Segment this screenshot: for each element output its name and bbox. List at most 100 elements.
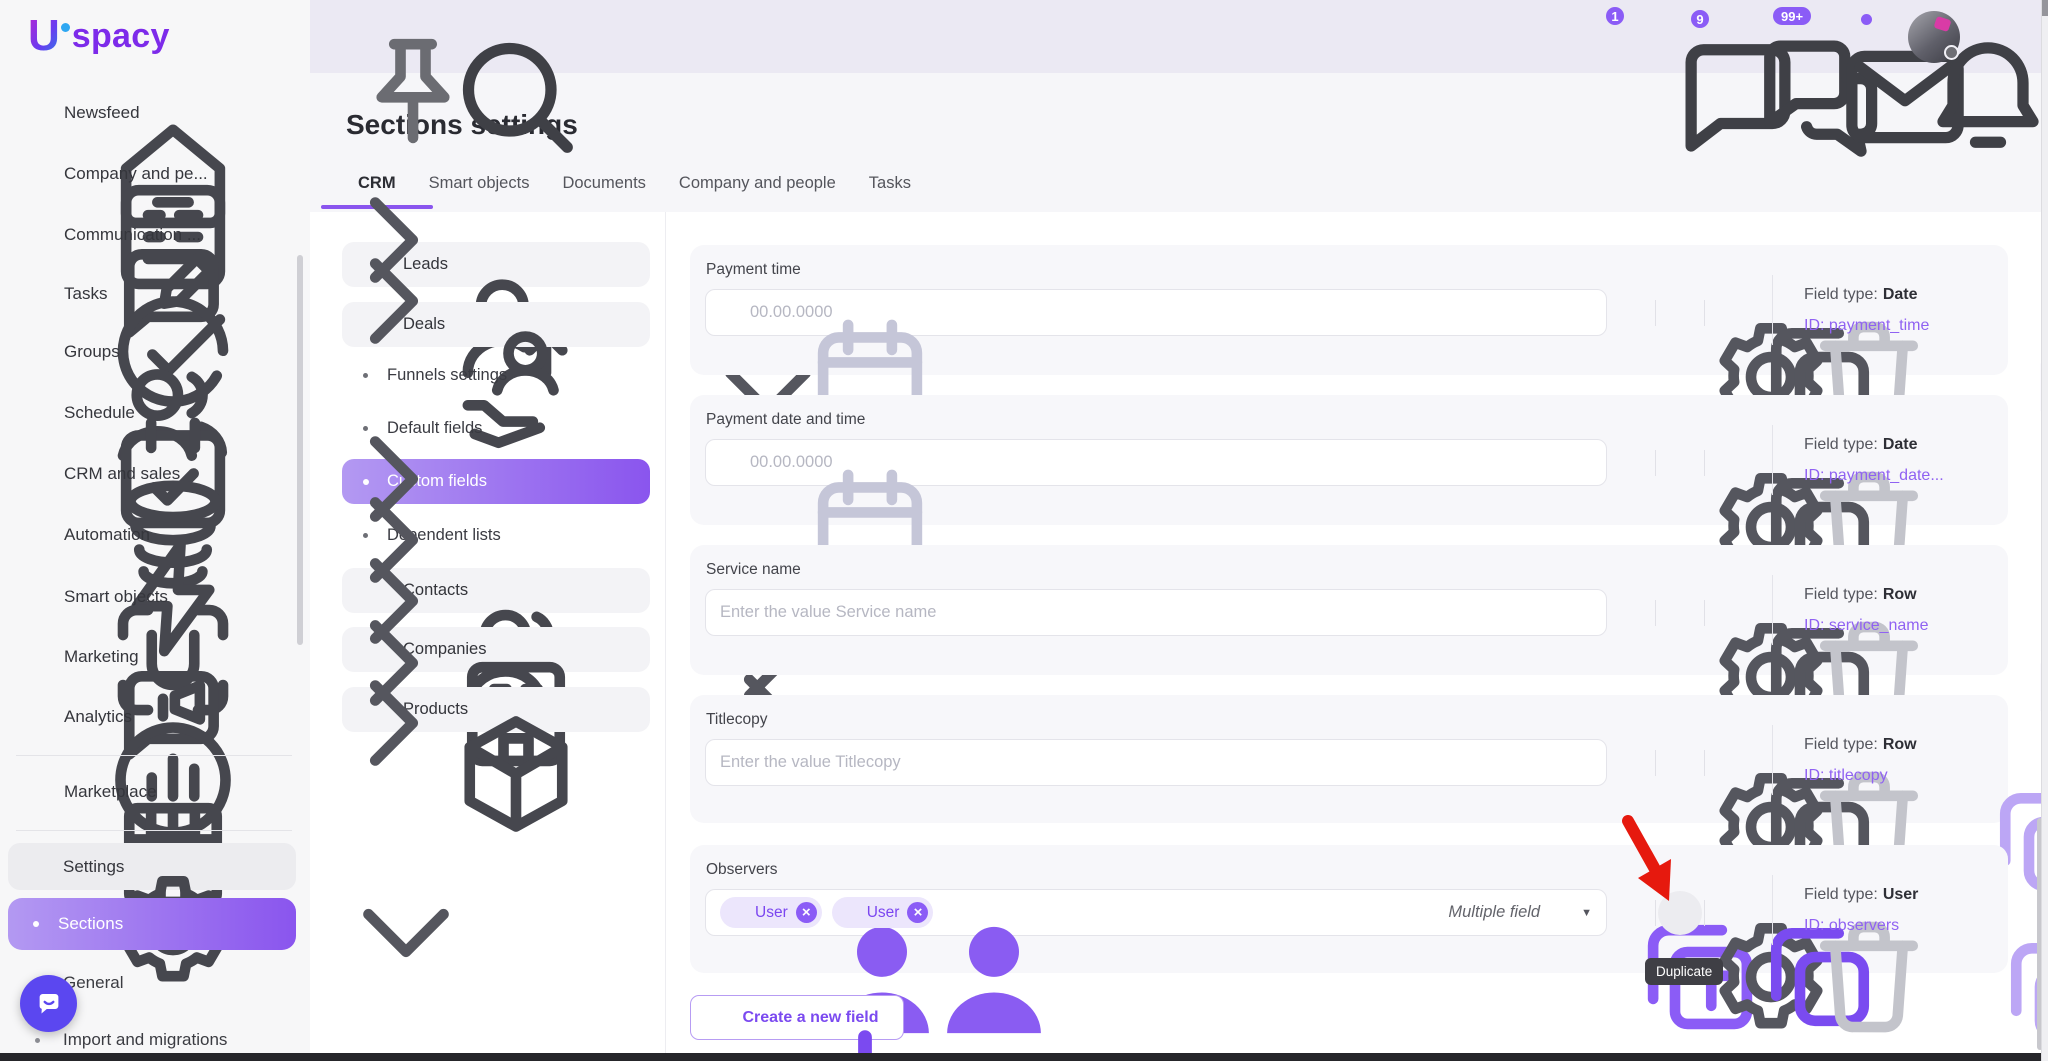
multiple-field-selector[interactable]: Multiple field ▼ bbox=[1448, 902, 1592, 923]
sidebar-divider bbox=[16, 755, 292, 756]
sidebar-item-schedule[interactable]: Schedule bbox=[0, 385, 310, 441]
profile-chevron-down-icon[interactable] bbox=[1988, 30, 2006, 48]
field-duplicate-button-hovered[interactable] bbox=[1656, 889, 1704, 936]
sidebar-item-company-and-people[interactable]: Company and pe... bbox=[0, 146, 310, 202]
field-row-payment-date-time: Payment date and time Field type:Date ID… bbox=[690, 395, 2008, 525]
copy-icon bbox=[1670, 752, 1691, 773]
field-id-line[interactable]: ID: observers bbox=[1804, 917, 1927, 935]
window-scrollbar-track[interactable] bbox=[2041, 0, 2048, 1061]
field-type-line: Field type:Date bbox=[1804, 436, 1972, 454]
uspacy-logo[interactable]: U spacy bbox=[28, 14, 170, 58]
sidebar-item-sections[interactable]: Sections bbox=[8, 898, 296, 950]
titlecopy-input[interactable] bbox=[720, 753, 1592, 772]
support-chat-button[interactable] bbox=[20, 975, 77, 1032]
sidebar-item-settings[interactable]: Settings bbox=[8, 843, 296, 890]
field-type-prefix: Field type: bbox=[1804, 436, 1878, 453]
field-row-observers: Observers User × User × Multiple field bbox=[690, 845, 2008, 973]
field-id-line[interactable]: ID: service_name bbox=[1804, 617, 1957, 635]
sidebar-item-groups[interactable]: Groups bbox=[0, 324, 310, 380]
field-id-line[interactable]: ID: payment_time bbox=[1804, 317, 1957, 335]
field-label: Payment time bbox=[706, 261, 801, 279]
window-bottom-edge bbox=[0, 1053, 2048, 1061]
tab-tasks[interactable]: Tasks bbox=[869, 174, 911, 209]
field-duplicate-button[interactable] bbox=[1656, 739, 1704, 786]
field-info: Field type:User ID: observers bbox=[1772, 875, 1927, 945]
sidebar-item-marketplace[interactable]: Marketplace bbox=[0, 764, 310, 820]
copy-id-icon[interactable] bbox=[1940, 617, 1957, 634]
field-type-line: Field type:Row bbox=[1804, 586, 1957, 604]
field-actions bbox=[1607, 589, 1753, 636]
field-settings-button[interactable] bbox=[1607, 289, 1655, 336]
logo-letter: U bbox=[28, 14, 60, 58]
create-new-field-label: Create a new field bbox=[742, 1009, 878, 1027]
user-select-wrap[interactable]: User × User × Multiple field ▼ bbox=[705, 889, 1607, 936]
uspacy-app: U spacy Newsfeed Company and pe... Commu… bbox=[0, 0, 2048, 1061]
field-duplicate-button[interactable] bbox=[1656, 589, 1704, 636]
calendar-icon bbox=[720, 303, 740, 323]
field-settings-button[interactable] bbox=[1607, 889, 1655, 936]
sidebar-scrollbar[interactable] bbox=[297, 255, 303, 645]
company-card-icon bbox=[23, 162, 48, 187]
service-name-input[interactable] bbox=[720, 603, 1592, 622]
duplicate-tooltip: Duplicate bbox=[1645, 958, 1723, 985]
window-scrollbar-thumb[interactable] bbox=[2042, 0, 2048, 16]
bullet-dot bbox=[35, 1038, 40, 1043]
sidebar-item-tasks[interactable]: Tasks bbox=[0, 266, 310, 322]
field-duplicate-button[interactable] bbox=[1656, 439, 1704, 486]
field-duplicate-button[interactable] bbox=[1656, 289, 1704, 336]
field-type-line: Field type:User bbox=[1804, 886, 1927, 904]
remove-tag-icon[interactable]: × bbox=[796, 902, 817, 923]
sidebar-item-label: CRM and sales bbox=[64, 464, 180, 484]
create-new-field-button[interactable]: Create a new field bbox=[690, 995, 904, 1040]
sidebar-item-marketing[interactable]: Marketing bbox=[0, 629, 310, 685]
sidebar-item-label: Marketplace bbox=[64, 782, 157, 802]
payment-date-time-input[interactable] bbox=[750, 453, 1592, 472]
payment-time-input[interactable] bbox=[750, 303, 1592, 322]
field-settings-button[interactable] bbox=[1607, 439, 1655, 486]
copy-id-icon[interactable] bbox=[1955, 467, 1972, 484]
field-delete-button[interactable] bbox=[1705, 739, 1753, 786]
field-settings-button[interactable] bbox=[1607, 739, 1655, 786]
sidebar-item-label: Newsfeed bbox=[64, 103, 140, 123]
tab-documents[interactable]: Documents bbox=[562, 174, 645, 209]
field-id-line[interactable]: ID: payment_date... bbox=[1804, 467, 1972, 485]
chevron-down-icon bbox=[256, 858, 274, 876]
chevron-right-icon bbox=[244, 465, 262, 483]
main-content: Sections settings CRM Smart objects Docu… bbox=[310, 73, 2048, 1061]
sidebar-item-label: Groups bbox=[64, 342, 120, 362]
sidebar-item-label: Communication ... bbox=[64, 225, 201, 245]
home-icon bbox=[23, 101, 48, 126]
settings-panel: Leads Deals Funnels settings Default fie… bbox=[310, 212, 2048, 1061]
field-delete-button[interactable] bbox=[1705, 289, 1753, 336]
field-id-line[interactable]: ID: titlecopy bbox=[1804, 767, 1917, 785]
field-type-prefix: Field type: bbox=[1804, 736, 1878, 753]
copy-id-icon[interactable] bbox=[1910, 917, 1927, 934]
sidebar-item-communication[interactable]: Communication ... bbox=[0, 207, 310, 263]
copy-icon bbox=[1670, 602, 1691, 623]
database-icon bbox=[23, 462, 48, 487]
sidebar-item-crm-and-sales[interactable]: CRM and sales bbox=[0, 446, 310, 502]
field-delete-button[interactable] bbox=[1705, 889, 1753, 936]
chevron-right-icon bbox=[618, 702, 634, 718]
field-settings-button[interactable] bbox=[1607, 589, 1655, 636]
gear-icon bbox=[1621, 602, 1642, 623]
sidebar-item-smart-objects[interactable]: Smart objects bbox=[0, 569, 310, 625]
bell-icon[interactable] bbox=[1838, 21, 1868, 51]
gear-icon bbox=[1621, 902, 1642, 923]
check-circle-icon bbox=[23, 282, 48, 307]
chevron-right-icon bbox=[618, 642, 634, 658]
gear-icon bbox=[1621, 752, 1642, 773]
tab-company-and-people[interactable]: Company and people bbox=[679, 174, 836, 209]
sidebar-item-automation[interactable]: Automation bbox=[0, 507, 310, 563]
field-actions bbox=[1607, 289, 1753, 336]
field-label: Service name bbox=[706, 561, 801, 579]
field-delete-button[interactable] bbox=[1705, 439, 1753, 486]
copy-id-icon[interactable] bbox=[1899, 767, 1916, 784]
sidebar-item-newsfeed[interactable]: Newsfeed bbox=[0, 85, 310, 141]
chevron-right-icon bbox=[244, 226, 262, 244]
sidebar-item-analytics[interactable]: Analytics bbox=[0, 689, 310, 745]
field-delete-button[interactable] bbox=[1705, 589, 1753, 636]
pin-sidebar-icon[interactable] bbox=[263, 16, 290, 43]
sidebar-item-label: Marketing bbox=[64, 647, 139, 667]
copy-id-icon[interactable] bbox=[1940, 317, 1957, 334]
